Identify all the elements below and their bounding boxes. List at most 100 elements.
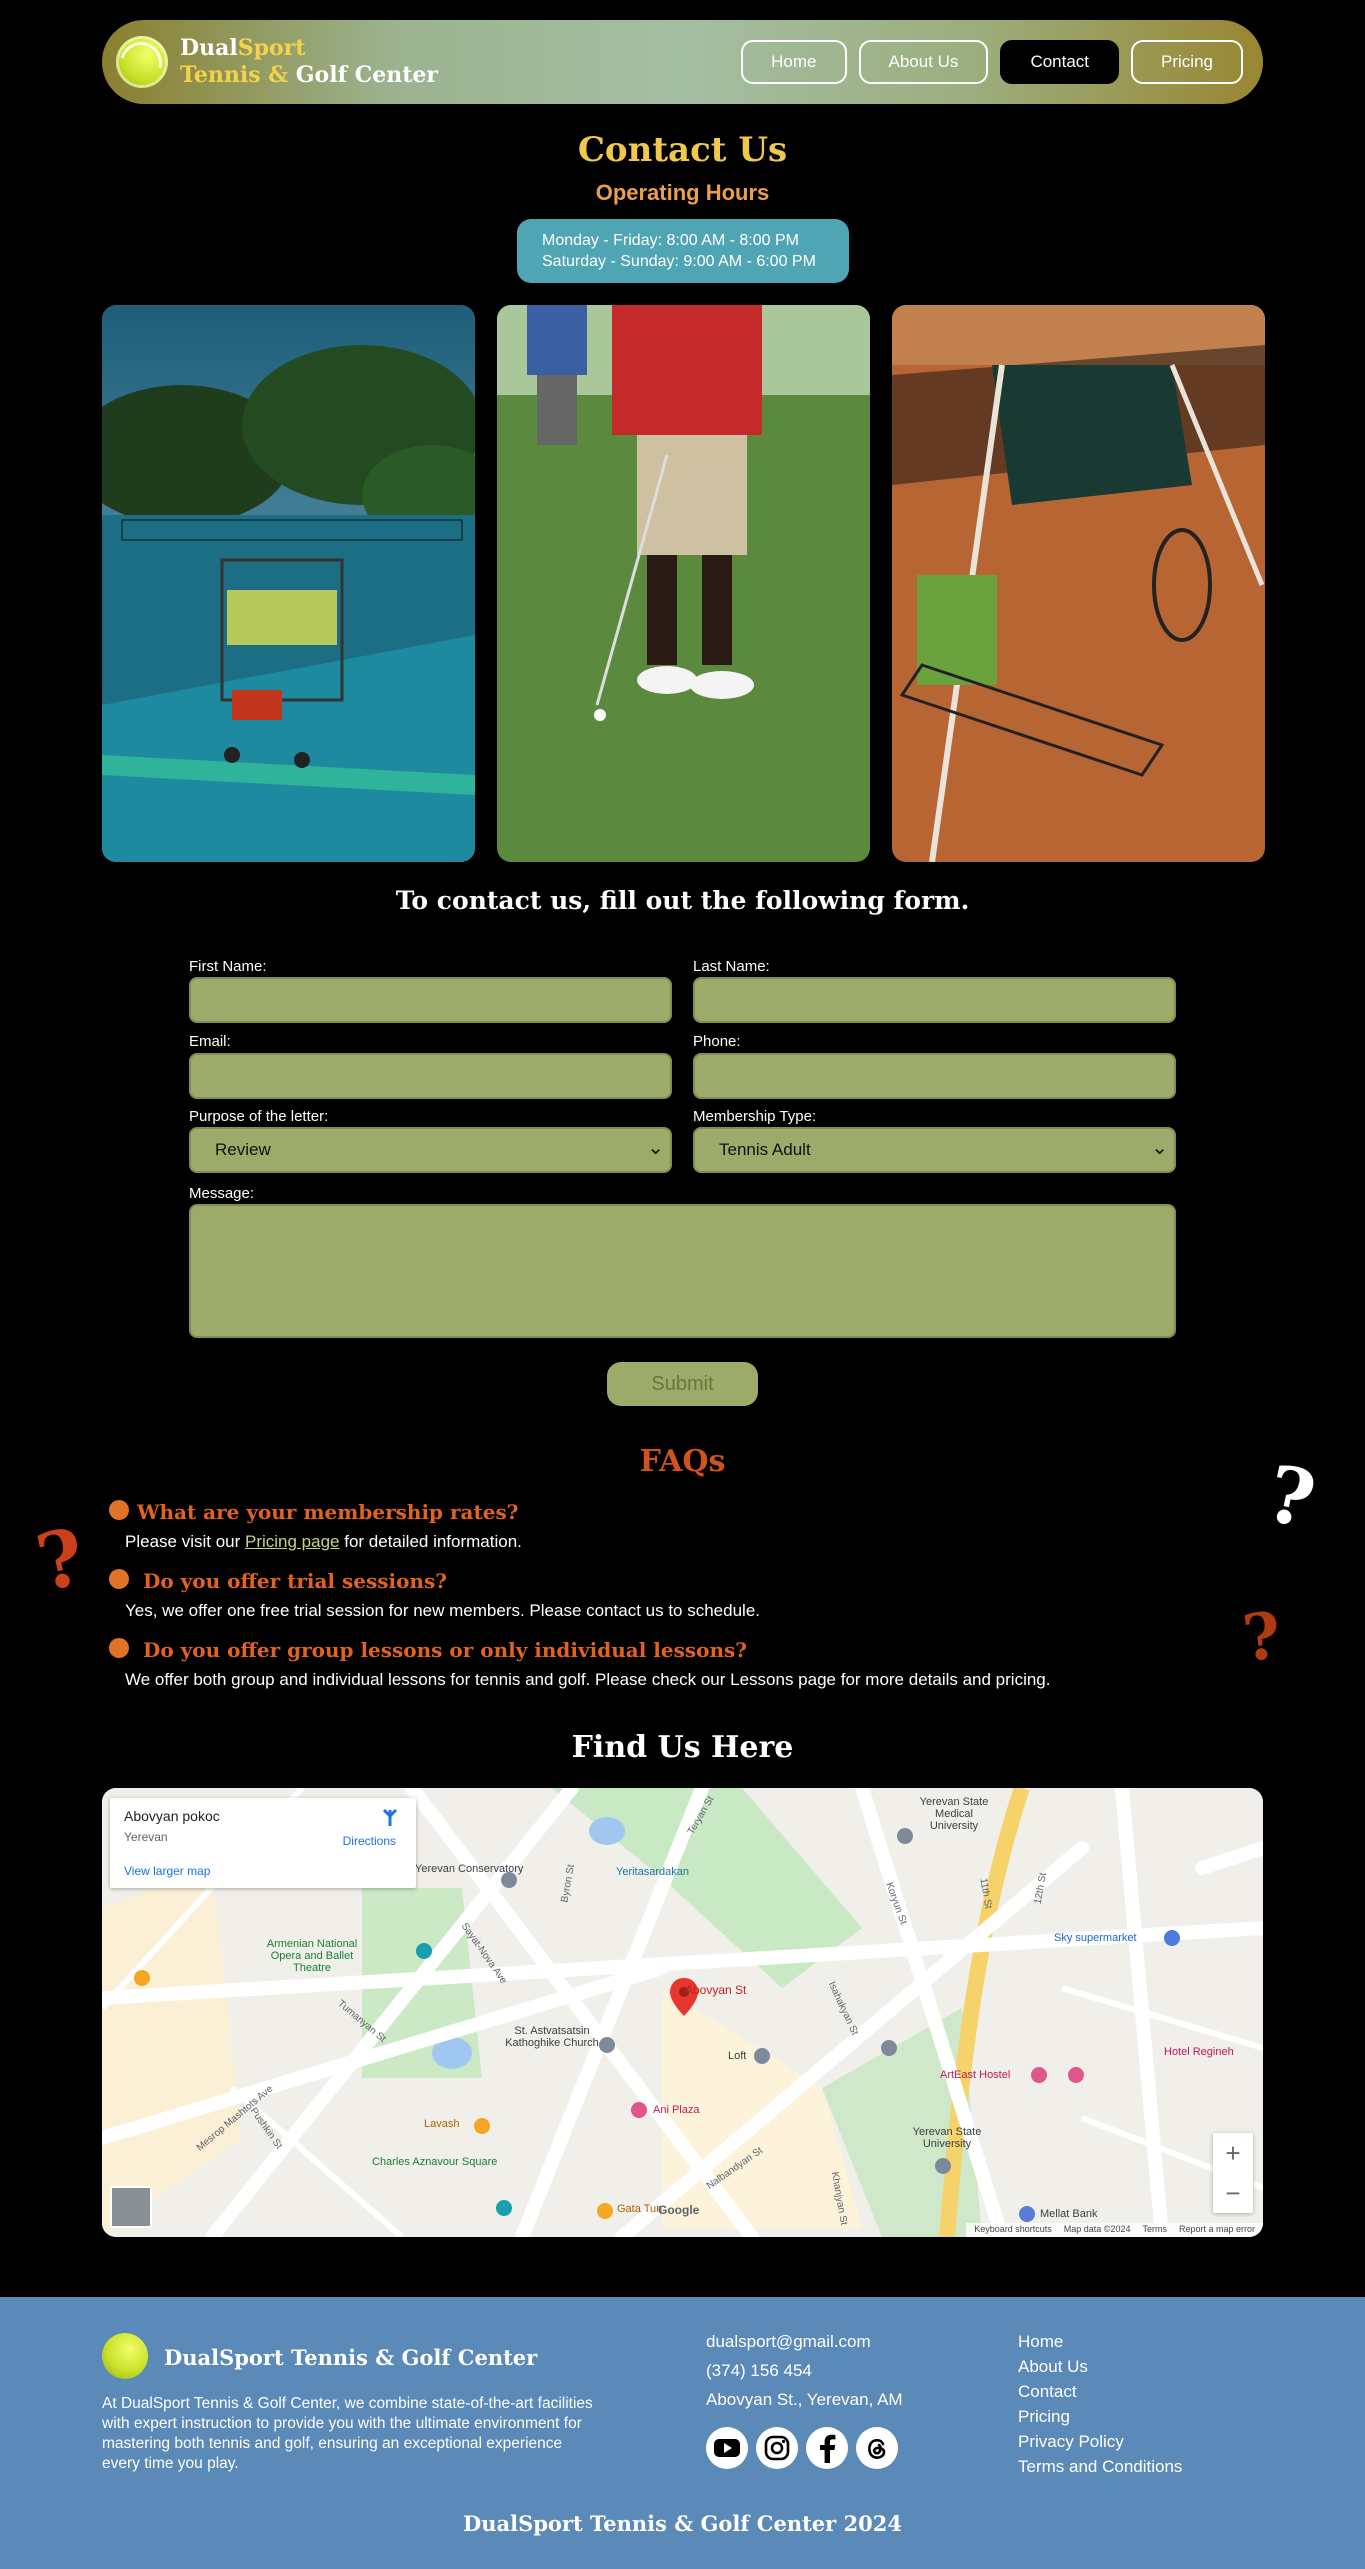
faq-question: Do you offer trial sessions? [143, 1569, 447, 1593]
form-title: To contact us, fill out the following fo… [395, 886, 970, 915]
footer-address: Abovyan St., Yerevan, AM [706, 2390, 903, 2409]
faq-question: Do you offer group lessons or only indiv… [143, 1638, 747, 1662]
operating-hours-title: Operating Hours [595, 180, 770, 205]
tennis-shirt-racket-photo [892, 305, 1265, 862]
brand-part: Tennis & [180, 62, 296, 88]
footer-link-contact[interactable]: Contact [1018, 2379, 1182, 2404]
map-attribution: Keyboard shortcuts Map data ©2024 Terms … [966, 2223, 1263, 2237]
purpose-label: Purpose of the letter: [189, 1108, 329, 1125]
map-label: ArtEast Hostel [940, 2069, 1011, 2081]
purpose-select[interactable]: Review [189, 1127, 672, 1173]
golf-putting-photo [497, 305, 870, 862]
nav-pricing-button[interactable]: Pricing [1131, 40, 1243, 84]
footer-link-pricing[interactable]: Pricing [1018, 2404, 1182, 2429]
email-label: Email: [189, 1033, 231, 1050]
footer-email[interactable]: dualsport@gmail.com [706, 2327, 903, 2356]
footer-links: Home About Us Contact Pricing Privacy Po… [1018, 2329, 1182, 2479]
footer-link-home[interactable]: Home [1018, 2329, 1182, 2354]
membership-select[interactable]: Tennis Adult [693, 1127, 1176, 1173]
map-label: Yerevan Conservatory [415, 1863, 524, 1875]
faq-answer: We offer both group and individual lesso… [125, 1670, 1051, 1689]
threads-icon[interactable] [856, 2427, 898, 2469]
faq-answer-text: for detailed information. [339, 1532, 522, 1551]
directions-link[interactable]: Directions [343, 1834, 396, 1848]
brand-part: Golf Center [295, 62, 438, 88]
map-label: Loft [728, 2050, 747, 2062]
tennis-ball-logo-icon[interactable] [116, 36, 168, 88]
social-links [706, 2427, 898, 2469]
footer-link-terms[interactable]: Terms and Conditions [1018, 2454, 1182, 2479]
nav-contact-button[interactable]: Contact [1000, 40, 1120, 84]
map-label: Yeritasardakan [616, 1866, 689, 1878]
faq-answer: Yes, we offer one free trial session for… [125, 1601, 761, 1620]
message-textarea[interactable] [189, 1204, 1176, 1338]
question-mark-icon: ? [1239, 1598, 1285, 1677]
footer: DualSport Tennis & Golf Center At DualSp… [0, 2297, 1365, 2569]
nav-home-button[interactable]: Home [741, 40, 847, 84]
faq-bullet-icon [109, 1500, 129, 1520]
faq-bullet-icon [109, 1638, 129, 1658]
place-city: Yerevan [124, 1830, 168, 1844]
map-label: Gata Tun [617, 2203, 663, 2215]
phone-field[interactable] [693, 1053, 1176, 1099]
zoom-in-button[interactable]: + [1213, 2133, 1253, 2173]
google-map[interactable]: Abovyan St Yeritasardakan Yerevan State … [102, 1788, 1263, 2237]
hours-box: Monday - Friday: 8:00 AM - 8:00 PM Satur… [517, 219, 849, 283]
instagram-icon[interactable] [756, 2427, 798, 2469]
brand-part: Sport [237, 35, 306, 61]
zoom-control: + − [1213, 2133, 1253, 2213]
weekend-hours: Saturday - Sunday: 9:00 AM - 6:00 PM [542, 253, 816, 270]
map-label: St. Astvatsatsin Kathoghike Church [505, 2025, 599, 2049]
view-larger-map-link[interactable]: View larger map [124, 1864, 210, 1878]
map-label: Charles Aznavour Square [372, 2156, 498, 2168]
first-name-field[interactable] [189, 977, 672, 1023]
footer-description: At DualSport Tennis & Golf Center, we co… [102, 2395, 593, 2472]
report-error-link[interactable]: Report a map error [1179, 2224, 1255, 2236]
brand-name[interactable]: DualSport Tennis & Golf Center [180, 35, 438, 89]
footer-brand-name: DualSport Tennis & Golf Center [164, 2345, 538, 2370]
satellite-toggle-button[interactable] [110, 2186, 152, 2228]
map-label: Mellat Bank [1040, 2208, 1098, 2220]
first-name-label: First Name: [189, 958, 267, 975]
footer-contact: dualsport@gmail.com (374) 156 454 Abovya… [706, 2327, 903, 2414]
map-label: Sky supermarket [1054, 1932, 1137, 1944]
pricing-page-link[interactable]: Pricing page [245, 1532, 340, 1551]
submit-button[interactable]: Submit [607, 1362, 758, 1406]
page-title: Contact Us [577, 130, 788, 170]
purpose-value: Review [215, 1140, 271, 1159]
map-label: Ani Plaza [653, 2104, 700, 2116]
youtube-icon[interactable] [706, 2427, 748, 2469]
faq-question: What are your membership rates? [137, 1500, 519, 1524]
footer-link-about[interactable]: About Us [1018, 2354, 1182, 2379]
membership-value: Tennis Adult [719, 1140, 811, 1159]
faq-answer: Please visit our Pricing page for detail… [125, 1532, 522, 1552]
map-label: Yerevan State University [912, 2126, 982, 2150]
footer-copyright: DualSport Tennis & Golf Center 2024 [463, 2511, 902, 2536]
faq-answer-text: Please visit our [125, 1532, 245, 1551]
faq-bullet-icon [109, 1569, 129, 1589]
map-data-text: Map data ©2024 [1063, 2224, 1131, 2234]
terms-link[interactable]: Terms [1142, 2224, 1167, 2236]
question-mark-icon: ? [29, 1511, 93, 1610]
message-label: Message: [189, 1185, 255, 1202]
email-field[interactable] [189, 1053, 672, 1099]
top-navbar: DualSport Tennis & Golf Center Home Abou… [102, 20, 1263, 104]
directions-icon[interactable] [380, 1808, 400, 1828]
last-name-field[interactable] [693, 977, 1176, 1023]
keyboard-shortcuts-link[interactable]: Keyboard shortcuts [974, 2224, 1052, 2236]
zoom-out-button[interactable]: − [1213, 2173, 1253, 2213]
map-label: Lavash [424, 2118, 460, 2130]
tennis-ball-cart-photo [102, 305, 475, 862]
facebook-icon[interactable] [806, 2427, 848, 2469]
last-name-label: Last Name: [693, 958, 770, 975]
weekday-hours: Monday - Friday: 8:00 AM - 8:00 PM [542, 232, 799, 249]
map-label: Yerevan State Medical University [919, 1796, 989, 1832]
footer-link-privacy[interactable]: Privacy Policy [1018, 2429, 1182, 2454]
faq-title: FAQs [639, 1444, 726, 1479]
map-label: Abovyan St [685, 1983, 747, 1997]
place-card: Abovyan pokoc Yerevan View larger map Di… [110, 1798, 416, 1888]
phone-label: Phone: [693, 1033, 741, 1050]
footer-phone[interactable]: (374) 156 454 [706, 2356, 903, 2385]
nav-about-button[interactable]: About Us [858, 40, 989, 84]
brand-part: Dual [180, 35, 238, 61]
